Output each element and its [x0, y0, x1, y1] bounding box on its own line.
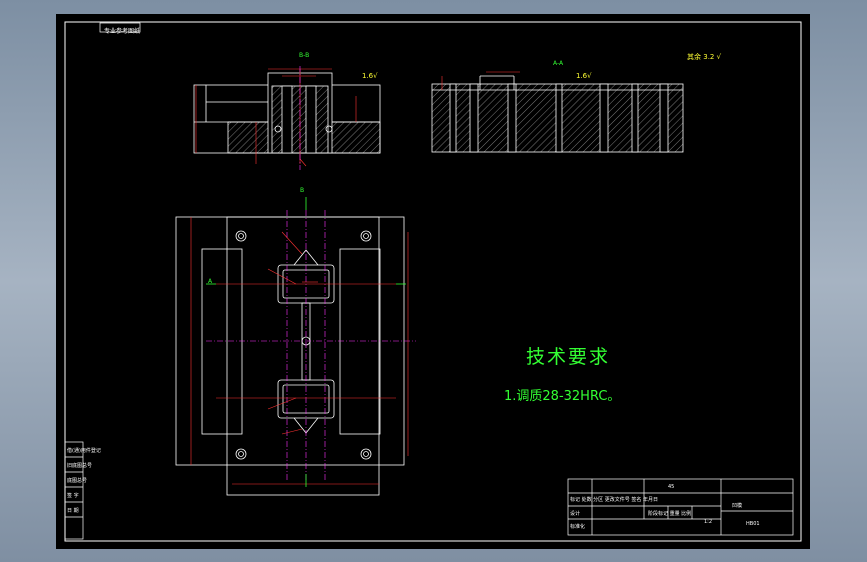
margin-label-4: 日 期 — [67, 508, 79, 514]
tb-drawing-no: HB01 — [746, 521, 760, 527]
bolt-hole-br — [360, 448, 372, 460]
tb-part-name: 凹模 — [732, 503, 743, 509]
tb-designer: 设计 — [570, 511, 581, 517]
roughness-value: 3.2 — [703, 53, 715, 61]
section-label-left: B-B — [299, 52, 310, 59]
tb-header-left: 标记 处数 分区 更改文件号 签名 年月日 — [570, 497, 658, 503]
section-label-plan-top: B — [300, 187, 305, 194]
roughness-general: 其余 3.2 √ — [687, 52, 721, 62]
roughness-check-icon: √ — [716, 53, 722, 61]
tb-material: 45 — [668, 484, 675, 490]
roughness-face-icon: √ — [373, 72, 378, 80]
tech-req-title: 技术要求 — [526, 346, 611, 368]
bolt-hole-tr — [360, 230, 372, 242]
roughness-face-b: 1.6√ — [576, 72, 592, 80]
roughness-face-value-b: 1.6 — [576, 72, 588, 80]
plan-die-block — [226, 216, 380, 496]
cad-drawing — [64, 21, 802, 542]
bolt-hole-tl — [235, 230, 247, 242]
plan-dims — [190, 217, 409, 485]
roughness-face-icon-b: √ — [587, 72, 592, 80]
plan-center-lines — [206, 210, 416, 480]
tech-req-item: 1.调质28-32HRC。 — [504, 389, 621, 404]
margin-table — [64, 441, 84, 540]
tb-stage: 阶段标记 重量 比例 — [648, 511, 692, 517]
plan-view — [175, 216, 405, 496]
roughness-face-value: 1.6 — [362, 72, 374, 80]
tb-std: 标准化 — [570, 524, 586, 530]
section-label-plan-left: A — [208, 278, 213, 285]
roughness-text: 其余 — [687, 53, 701, 61]
margin-label-0: 借(通)用件登记 — [67, 448, 101, 454]
drawing-sheet: 专业参考图纸 B-B A-A B A 其余 3.2 √ 1.6√ 1.6√ 技术… — [56, 14, 810, 549]
margin-label-1: 旧底图总号 — [67, 463, 93, 469]
margin-label-2: 底图总号 — [67, 478, 88, 484]
section-view-left — [193, 72, 381, 154]
boss-slot-a — [281, 85, 293, 154]
roughness-face-a: 1.6√ — [362, 72, 378, 80]
drawing-code: 专业参考图纸 — [104, 28, 141, 35]
tb-scale: 1:2 — [704, 519, 713, 525]
margin-label-3: 签 字 — [67, 493, 79, 499]
boss-slot-b — [305, 85, 317, 154]
section-view-right — [431, 75, 684, 153]
bolt-hole-bl — [235, 448, 247, 460]
section-label-right: A-A — [553, 60, 564, 67]
